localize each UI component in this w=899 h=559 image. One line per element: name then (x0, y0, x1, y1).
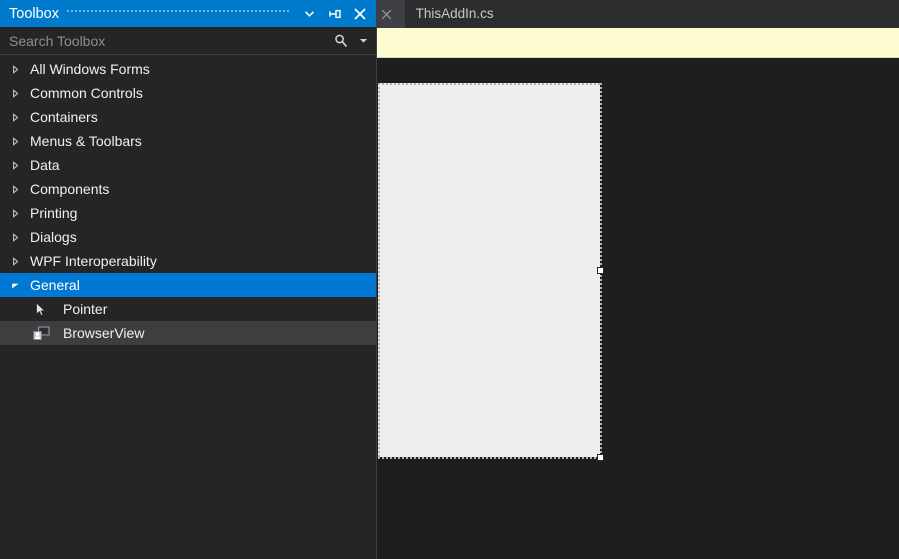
tree-label: Data (30, 157, 60, 173)
tree-label: Dialogs (30, 229, 77, 245)
chevron-down-icon[interactable] (297, 2, 322, 25)
right-middle-grip[interactable] (597, 267, 604, 274)
tree-label: Common Controls (30, 85, 143, 101)
tree-category-general[interactable]: General (0, 273, 376, 297)
tree-category-data[interactable]: Data (0, 153, 376, 177)
search-icon[interactable] (328, 28, 354, 54)
tree-label: WPF Interoperability (30, 253, 157, 269)
tree-category-containers[interactable]: Containers (0, 105, 376, 129)
chevron-right-icon[interactable] (11, 249, 26, 273)
chevron-down-icon[interactable] (11, 273, 26, 297)
tree-label: Containers (30, 109, 98, 125)
chevron-right-icon[interactable] (11, 177, 26, 201)
toolbox-item-label: BrowserView (63, 325, 145, 341)
tree-category-components[interactable]: Components (0, 177, 376, 201)
form-border-top (378, 83, 602, 85)
chevron-right-icon[interactable] (11, 201, 26, 225)
tree-category-common-controls[interactable]: Common Controls (0, 81, 376, 105)
form-border-left (378, 83, 380, 459)
tree-label: Menus & Toolbars (30, 133, 142, 149)
tree-label: Printing (30, 205, 78, 221)
bottom-right-grip[interactable] (597, 454, 604, 461)
tab-thisaddin-cs[interactable]: ThisAddIn.cs (404, 0, 505, 28)
tree-category-menus-and-toolbars[interactable]: Menus & Toolbars (0, 129, 376, 153)
toolbox-item-label: Pointer (63, 301, 108, 317)
close-icon[interactable] (347, 2, 372, 25)
tab-label: ThisAddIn.cs (415, 6, 494, 21)
tree-category-dialogs[interactable]: Dialogs (0, 225, 376, 249)
design-form-surface[interactable] (378, 83, 600, 457)
chevron-right-icon[interactable] (11, 153, 26, 177)
design-form[interactable] (378, 83, 604, 461)
toolbox-item-browserview[interactable]: BrowserView (0, 321, 376, 345)
tree-category-all-windows-forms[interactable]: All Windows Forms (0, 57, 376, 81)
form-border-bottom (378, 457, 602, 459)
titlebar-drag-grip[interactable] (66, 8, 289, 19)
toolbox-item-pointer[interactable]: Pointer (0, 297, 376, 321)
toolbox-titlebar[interactable]: Toolbox (0, 0, 376, 27)
tree-category-wpf-interoperability[interactable]: WPF Interoperability (0, 249, 376, 273)
toolbox-tree: All Windows Forms Common Controls Contai… (0, 55, 376, 559)
close-icon[interactable] (380, 7, 394, 21)
auto-hide-pin-icon[interactable] (322, 2, 347, 25)
search-options-chevron-down-icon[interactable] (354, 28, 376, 54)
pointer-cursor-icon (30, 297, 52, 321)
tree-label: General (30, 277, 80, 293)
chevron-right-icon[interactable] (11, 105, 26, 129)
chevron-right-icon[interactable] (11, 225, 26, 249)
toolbox-panel: Toolbox Search Toolbox All Windows Forms… (0, 0, 377, 559)
toolbox-title: Toolbox (9, 5, 59, 22)
browserview-control-icon (30, 321, 52, 345)
toolbox-search-row[interactable] (0, 27, 376, 55)
search-input[interactable] (0, 31, 328, 50)
tree-label: Components (30, 181, 110, 197)
chevron-right-icon[interactable] (11, 129, 26, 153)
tree-category-printing[interactable]: Printing (0, 201, 376, 225)
tree-label: All Windows Forms (30, 61, 150, 77)
chevron-right-icon[interactable] (11, 81, 26, 105)
chevron-right-icon[interactable] (11, 57, 26, 81)
